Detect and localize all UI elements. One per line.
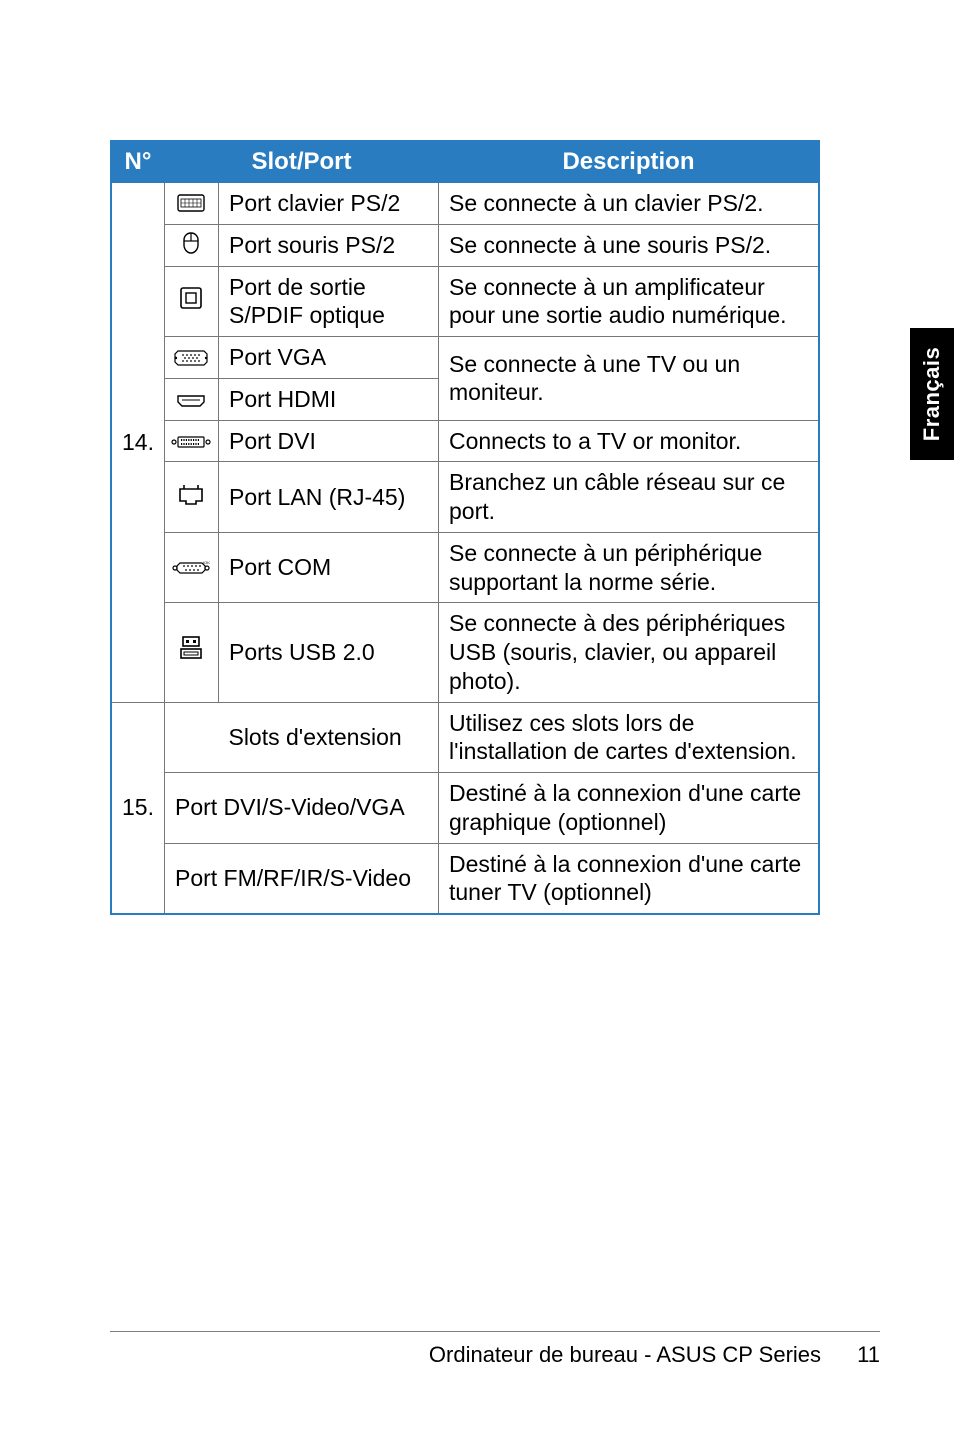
table-row: 14. Port clavier PS/2 Se connecte à un c…: [111, 183, 819, 225]
slot-desc: Destiné à la connexion d'une carte graph…: [438, 773, 819, 844]
slot-desc: Utilisez ces slots lors de l'installatio…: [438, 702, 819, 773]
row-num-15: 15.: [111, 702, 164, 914]
vga-icon: [174, 344, 208, 373]
dvi-icon: [171, 427, 211, 456]
col-desc: Description: [438, 141, 819, 183]
col-slot: Slot/Port: [164, 141, 438, 183]
mouse-icon: [182, 232, 200, 261]
usb-icon: [179, 635, 203, 670]
hdmi-icon: [176, 386, 206, 415]
slot-desc: Se connecte à un amplificateur pour une …: [438, 266, 819, 337]
slot-label: Port COM: [218, 532, 438, 603]
slot-desc: Se connecte à une TV ou un moniteur.: [438, 337, 819, 421]
ports-table: N° Slot/Port Description 14. Port clavie…: [110, 140, 820, 915]
spdif-icon: [179, 286, 203, 317]
lan-icon: [178, 483, 204, 512]
slot-desc: Se connecte à une souris PS/2.: [438, 224, 819, 266]
table-row: Port DVI Connects to a TV or monitor.: [111, 420, 819, 462]
language-label: Français: [919, 347, 945, 442]
slot-desc: Branchez un câble réseau sur ce port.: [438, 462, 819, 533]
col-num: N°: [111, 141, 164, 183]
slot-label: Port DVI: [218, 420, 438, 462]
com-icon: IOIOI: [172, 554, 210, 583]
table-row: Ports USB 2.0 Se connecte à des périphér…: [111, 603, 819, 702]
slot-label: Port souris PS/2: [218, 224, 438, 266]
slot-label: Port LAN (RJ-45): [218, 462, 438, 533]
table-row: Port LAN (RJ-45) Branchez un câble résea…: [111, 462, 819, 533]
slot-desc: Se connecte à des périphériques USB (sou…: [438, 603, 819, 702]
table-row: Port de sortie S/PDIF optique Se connect…: [111, 266, 819, 337]
row-num-14: 14.: [111, 183, 164, 703]
table-row: IOIOI Port COM Se connecte à un périphér…: [111, 532, 819, 603]
slot-label: Port de sortie S/PDIF optique: [218, 266, 438, 337]
slot-desc: Se connecte à un clavier PS/2.: [438, 183, 819, 225]
slot-label: Port FM/RF/IR/S-Video: [164, 843, 438, 914]
page-number: 11: [857, 1342, 880, 1367]
page-footer: Ordinateur de bureau - ASUS CP Series 11: [110, 1331, 880, 1368]
language-side-tab: Français: [910, 328, 954, 460]
footer-text: Ordinateur de bureau - ASUS CP Series: [429, 1342, 821, 1367]
keyboard-icon: [177, 190, 205, 219]
table-row: Port DVI/S-Video/VGA Destiné à la connex…: [111, 773, 819, 844]
table-row: 15. Slots d'extension Utilisez ces slots…: [111, 702, 819, 773]
slot-label: Slots d'extension: [218, 702, 438, 773]
slot-label: Port HDMI: [218, 378, 438, 420]
svg-text:IOIOI: IOIOI: [203, 560, 210, 565]
slot-label: Port VGA: [218, 337, 438, 379]
slot-desc: Se connecte à un périphérique supportant…: [438, 532, 819, 603]
table-row: Port FM/RF/IR/S-Video Destiné à la conne…: [111, 843, 819, 914]
table-row: Port souris PS/2 Se connecte à une souri…: [111, 224, 819, 266]
slot-label: Port clavier PS/2: [218, 183, 438, 225]
slot-label: Ports USB 2.0: [218, 603, 438, 702]
slot-label: Port DVI/S-Video/VGA: [164, 773, 438, 844]
table-row: Port VGA Se connecte à une TV ou un moni…: [111, 337, 819, 379]
slot-desc: Destiné à la connexion d'une carte tuner…: [438, 843, 819, 914]
slot-desc: Connects to a TV or monitor.: [438, 420, 819, 462]
